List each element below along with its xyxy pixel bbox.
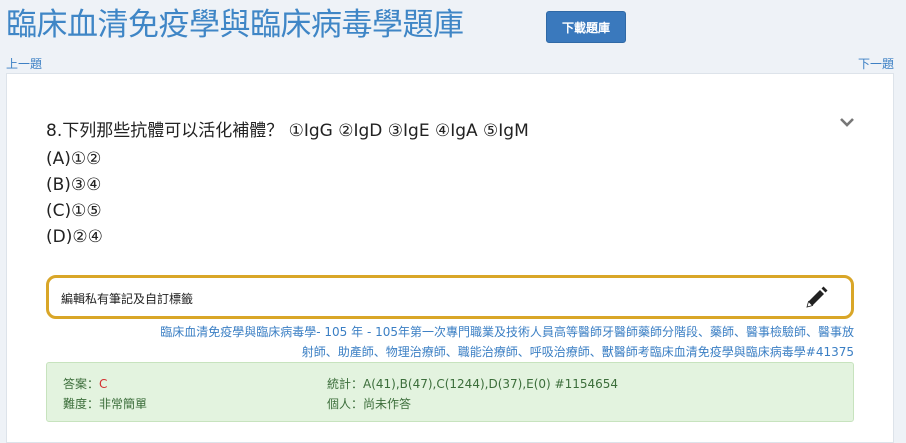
personal-label: 個人： [327,397,364,411]
question-source[interactable]: 臨床血清免疫學與臨床病毒學- 105 年 - 105年第一次專門職業及技術人員高… [46,322,854,362]
prev-question-link[interactable]: 上一題 [6,55,42,72]
pencil-icon[interactable] [803,285,829,311]
stats-value: A(41),B(47),C(1244),D(37),E(0) #1154654 [363,377,619,391]
personal-field: 個人：尚未作答 [327,395,411,412]
option-d: (D)②④ [46,227,103,247]
stats-field: 統計：A(41),B(47),C(1244),D(37),E(0) #11546… [327,375,618,392]
difficulty-label: 難度： [63,397,100,411]
download-question-bank-button[interactable]: 下載題庫 [546,11,626,43]
difficulty-value: 非常簡單 [99,397,148,411]
option-c: (C)①⑤ [46,201,102,221]
option-a: (A)①② [46,149,102,169]
option-b: (B)③④ [46,175,102,195]
private-note-box[interactable]: 編輯私有筆記及自訂標籤 [46,275,854,319]
answer-label: 答案： [63,377,100,391]
next-question-link[interactable]: 下一題 [858,55,894,72]
personal-value: 尚未作答 [363,397,412,411]
page-title: 臨床血清免疫學與臨床病毒學題庫 [6,7,464,43]
answer-value: C [99,377,108,391]
private-note-label: 編輯私有筆記及自訂標籤 [61,292,194,306]
stats-label: 統計： [327,377,364,391]
question-text: 8.下列那些抗體可以活化補體？ ①IgG ②IgD ③IgE ④IgA ⑤IgM [46,121,529,141]
source-line-2[interactable]: 射師、助產師、物理治療師、職能治療師、呼吸治療師、獸醫師考臨床血清免疫學與臨床病… [46,342,854,362]
answer-panel: 答案：C 難度：非常簡單 統計：A(41),B(47),C(1244),D(37… [46,362,854,422]
chevron-down-icon[interactable] [838,115,856,129]
answer-field: 答案：C [63,375,107,392]
difficulty-field: 難度：非常簡單 [63,395,147,412]
source-line-1[interactable]: 臨床血清免疫學與臨床病毒學- 105 年 - 105年第一次專門職業及技術人員高… [46,322,854,342]
options-list: (A)①② (B)③④ (C)①⑤ (D)②④ [46,146,103,250]
